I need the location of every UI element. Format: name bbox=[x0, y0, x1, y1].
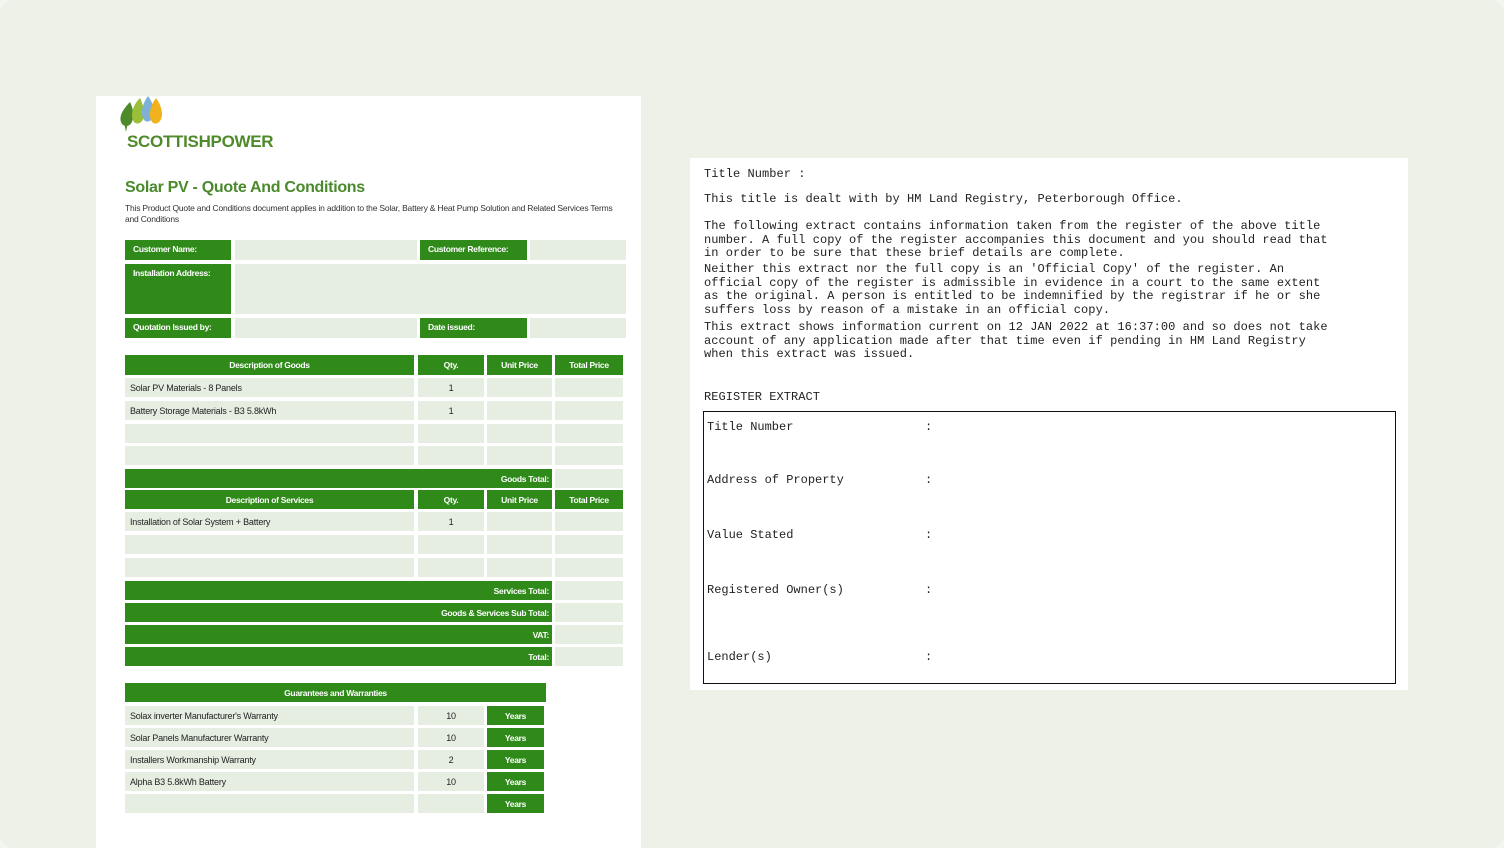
services-row-description bbox=[125, 558, 414, 577]
guarantees-header: Guarantees and Warranties bbox=[125, 683, 546, 702]
services-header-total-price: Total Price bbox=[555, 490, 623, 509]
warranty-years-value: 10 bbox=[418, 728, 484, 747]
services-row-total-price bbox=[555, 535, 623, 554]
services-row-unit-price bbox=[487, 512, 552, 531]
intro-paragraph: The following extract contains informati… bbox=[704, 219, 1328, 260]
title-number-line: Title Number : bbox=[704, 167, 806, 181]
warranty-name: Installers Workmanship Warranty bbox=[125, 750, 414, 769]
field-registered-owners: Registered Owner(s) bbox=[707, 583, 844, 597]
goods-row-description bbox=[125, 446, 414, 465]
warranty-years-value: 10 bbox=[418, 706, 484, 725]
register-extract-document: Title Number : This title is dealt with … bbox=[690, 158, 1408, 690]
customer-name-field[interactable] bbox=[235, 240, 417, 260]
goods-header-unit-price: Unit Price bbox=[487, 355, 552, 375]
register-extract-heading: REGISTER EXTRACT bbox=[704, 390, 821, 404]
warranty-years-unit: Years bbox=[487, 728, 544, 747]
field-separator: : bbox=[925, 583, 933, 597]
field-separator: : bbox=[925, 650, 933, 664]
services-header-description: Description of Services bbox=[125, 490, 414, 509]
field-value-stated: Value Stated bbox=[707, 528, 794, 542]
services-total-value bbox=[555, 581, 623, 600]
warranty-years-value: 2 bbox=[418, 750, 484, 769]
field-title-number: Title Number bbox=[707, 420, 794, 434]
goods-row-qty bbox=[418, 446, 484, 465]
vat-value bbox=[555, 625, 623, 644]
installation-address-label: Installation Address: bbox=[125, 264, 231, 314]
warranty-name: Alpha B3 5.8kWh Battery bbox=[125, 772, 414, 791]
customer-reference-field[interactable] bbox=[530, 240, 626, 260]
services-row-description bbox=[125, 535, 414, 554]
official-copy-paragraph: Neither this extract nor the full copy i… bbox=[704, 262, 1321, 317]
services-row-description: Installation of Solar System + Battery bbox=[125, 512, 414, 531]
field-address-of-property: Address of Property bbox=[707, 473, 844, 487]
quote-title: Solar PV - Quote And Conditions bbox=[125, 179, 365, 196]
services-row-total-price bbox=[555, 558, 623, 577]
goods-total-label: Goods Total: bbox=[125, 469, 552, 488]
warranty-years-unit: Years bbox=[487, 794, 544, 813]
field-separator: : bbox=[925, 473, 933, 487]
goods-header-qty: Qty. bbox=[418, 355, 484, 375]
services-total-label: Services Total: bbox=[125, 581, 552, 600]
warranty-name: Solax inverter Manufacturer's Warranty bbox=[125, 706, 414, 725]
warranty-name bbox=[125, 794, 414, 813]
goods-header-description: Description of Goods bbox=[125, 355, 414, 375]
brand-wordmark: SCOTTISHPOWER bbox=[127, 132, 274, 151]
currency-paragraph: This extract shows information current o… bbox=[704, 320, 1328, 361]
register-extract-table: Title Number : Address of Property : Val… bbox=[703, 411, 1396, 684]
field-lenders: Lender(s) bbox=[707, 650, 772, 664]
installation-address-field[interactable] bbox=[235, 264, 626, 314]
services-row-qty bbox=[418, 558, 484, 577]
goods-row-unit-price bbox=[487, 424, 552, 443]
warranty-years-unit: Years bbox=[487, 750, 544, 769]
goods-row-qty bbox=[418, 424, 484, 443]
warranty-years-unit: Years bbox=[487, 772, 544, 791]
goods-header-total-price: Total Price bbox=[555, 355, 623, 375]
date-issued-field[interactable] bbox=[530, 318, 626, 338]
goods-row-unit-price bbox=[487, 378, 552, 397]
quote-intro: This Product Quote and Conditions docume… bbox=[125, 203, 613, 224]
warranty-years-value bbox=[418, 794, 484, 813]
services-header-unit-price: Unit Price bbox=[487, 490, 552, 509]
customer-reference-label: Customer Reference: bbox=[420, 240, 527, 260]
customer-name-label: Customer Name: bbox=[125, 240, 231, 260]
goods-row-total-price bbox=[555, 401, 623, 420]
total-label: Total: bbox=[125, 647, 552, 666]
quotation-issued-by-label: Quotation Issued by: bbox=[125, 318, 231, 338]
subtotal-value bbox=[555, 603, 623, 622]
warranty-years-unit: Years bbox=[487, 706, 544, 725]
vat-label: VAT: bbox=[125, 625, 552, 644]
services-row-unit-price bbox=[487, 535, 552, 554]
total-value bbox=[555, 647, 623, 666]
field-separator: : bbox=[925, 528, 933, 542]
services-row-unit-price bbox=[487, 558, 552, 577]
date-issued-label: Date issued: bbox=[420, 318, 527, 338]
goods-row-total-price bbox=[555, 378, 623, 397]
goods-row-total-price bbox=[555, 424, 623, 443]
goods-row-qty: 1 bbox=[418, 378, 484, 397]
subtotal-label: Goods & Services Sub Total: bbox=[125, 603, 552, 622]
dealt-with-line: This title is dealt with by HM Land Regi… bbox=[704, 192, 1183, 206]
goods-row-description: Battery Storage Materials - B3 5.8kWh bbox=[125, 401, 414, 420]
goods-row-unit-price bbox=[487, 446, 552, 465]
goods-row-total-price bbox=[555, 446, 623, 465]
goods-row-unit-price bbox=[487, 401, 552, 420]
services-row-qty: 1 bbox=[418, 512, 484, 531]
quotation-issued-by-field[interactable] bbox=[235, 318, 417, 338]
goods-total-value bbox=[555, 469, 623, 488]
services-row-qty bbox=[418, 535, 484, 554]
goods-row-description bbox=[125, 424, 414, 443]
services-row-total-price bbox=[555, 512, 623, 531]
field-separator: : bbox=[925, 420, 933, 434]
goods-row-description: Solar PV Materials - 8 Panels bbox=[125, 378, 414, 397]
quote-document: SCOTTISHPOWER Solar PV - Quote And Condi… bbox=[96, 96, 641, 848]
services-header-qty: Qty. bbox=[418, 490, 484, 509]
warranty-name: Solar Panels Manufacturer Warranty bbox=[125, 728, 414, 747]
warranty-years-value: 10 bbox=[418, 772, 484, 791]
goods-row-qty: 1 bbox=[418, 401, 484, 420]
